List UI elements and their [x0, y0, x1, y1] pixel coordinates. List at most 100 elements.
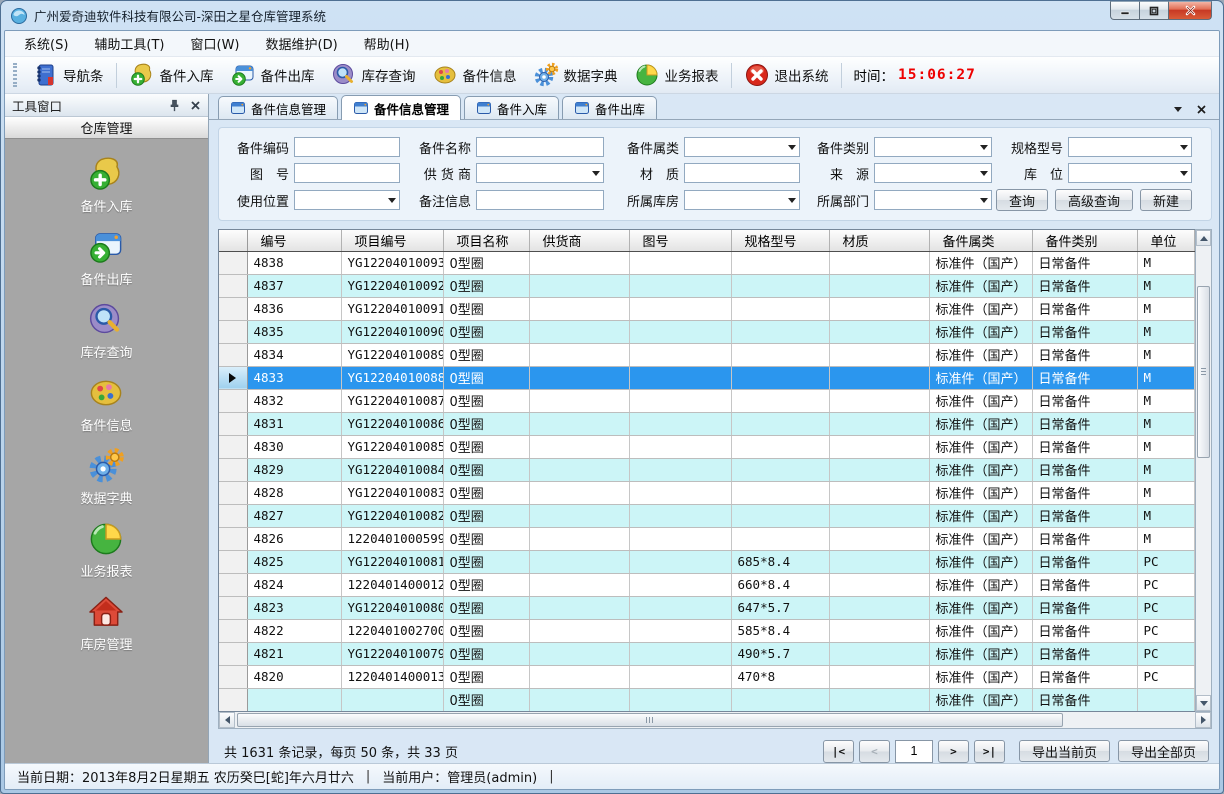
menu-item-system[interactable]: 系统(S) — [11, 30, 81, 57]
tab-parts-outbound[interactable]: 备件出库 — [562, 96, 657, 119]
next-page-button[interactable]: > — [938, 740, 969, 763]
table-row[interactable]: 4838YG122040100930型圈标准件（国产）日常备件M — [219, 251, 1195, 274]
page-number-input[interactable] — [895, 740, 933, 763]
sidebar-item-parts-info[interactable]: 备件信息 — [80, 374, 132, 434]
column-header-2[interactable]: 项目名称 — [443, 230, 529, 251]
query-button[interactable]: 查询 — [996, 189, 1048, 211]
row-selector-cell[interactable] — [219, 366, 247, 389]
table-row[interactable]: 4831YG122040100860型圈标准件（国产）日常备件M — [219, 412, 1195, 435]
remark-input[interactable] — [476, 190, 604, 210]
table-row[interactable]: 482012204014000130型圈470*8标准件（国产）日常备件PC — [219, 665, 1195, 688]
scroll-left-button[interactable] — [219, 712, 235, 728]
toolbar-grip-handle[interactable] — [13, 63, 17, 87]
toolbar-button-parts-info[interactable]: 备件信息 — [424, 59, 525, 91]
row-selector-cell[interactable] — [219, 389, 247, 412]
table-row[interactable]: 482612204010005990型圈标准件（国产）日常备件M — [219, 527, 1195, 550]
sidebar-item-parts-inbound[interactable]: 备件入库 — [80, 155, 132, 215]
department-select[interactable] — [874, 190, 992, 210]
last-page-button[interactable]: >| — [974, 740, 1005, 763]
horizontal-scroll-track[interactable] — [235, 712, 1195, 728]
row-selector-cell[interactable] — [219, 435, 247, 458]
menu-item-window[interactable]: 窗口(W) — [178, 30, 253, 57]
row-selector-cell[interactable] — [219, 642, 247, 665]
table-row[interactable]: 4833YG122040100880型圈标准件（国产）日常备件M — [219, 366, 1195, 389]
row-selector-cell[interactable] — [219, 688, 247, 711]
minimize-button[interactable] — [1110, 1, 1140, 20]
supplier-select[interactable] — [476, 163, 604, 183]
table-row[interactable]: 4835YG122040100900型圈标准件（国产）日常备件M — [219, 320, 1195, 343]
export-current-page-button[interactable]: 导出当前页 — [1019, 740, 1110, 762]
tab-parts-info-mgmt-1[interactable]: 备件信息管理 — [218, 96, 338, 119]
column-header-0[interactable]: 编号 — [247, 230, 341, 251]
table-row[interactable]: 4825YG122040100810型圈685*8.4标准件（国产）日常备件PC — [219, 550, 1195, 573]
row-selector-cell[interactable] — [219, 573, 247, 596]
row-selector-cell[interactable] — [219, 596, 247, 619]
use-position-select[interactable] — [294, 190, 400, 210]
row-selector-cell[interactable] — [219, 458, 247, 481]
row-selector-cell[interactable] — [219, 550, 247, 573]
table-row[interactable]: 4829YG122040100840型圈标准件（国产）日常备件M — [219, 458, 1195, 481]
row-selector-cell[interactable] — [219, 504, 247, 527]
tab-close-icon[interactable] — [1196, 100, 1207, 119]
row-selector-cell[interactable] — [219, 343, 247, 366]
spec-model-select[interactable] — [1068, 137, 1192, 157]
advanced-query-button[interactable]: 高级查询 — [1055, 189, 1133, 211]
prev-page-button[interactable]: < — [859, 740, 890, 763]
first-page-button[interactable]: |< — [823, 740, 854, 763]
sidebar-close-icon[interactable] — [190, 100, 201, 111]
row-selector-cell[interactable] — [219, 527, 247, 550]
table-row[interactable]: 4834YG122040100890型圈标准件（国产）日常备件M — [219, 343, 1195, 366]
table-row[interactable]: 4821YG122040100790型圈490*5.7标准件（国产）日常备件PC — [219, 642, 1195, 665]
toolbar-button-inventory-query[interactable]: 库存查询 — [323, 59, 424, 91]
column-header-5[interactable]: 规格型号 — [731, 230, 829, 251]
sidebar-item-inventory-query[interactable]: 库存查询 — [80, 301, 132, 361]
pin-icon[interactable] — [168, 99, 181, 112]
column-header-7[interactable]: 备件属类 — [929, 230, 1032, 251]
tab-parts-inbound[interactable]: 备件入库 — [464, 96, 559, 119]
column-header-1[interactable]: 项目编号 — [341, 230, 443, 251]
warehouse-select[interactable] — [684, 190, 800, 210]
toolbar-button-parts-outbound[interactable]: 备件出库 — [222, 59, 323, 91]
sidebar-item-data-dictionary[interactable]: 数据字典 — [80, 447, 132, 507]
menu-item-aux-tools[interactable]: 辅助工具(T) — [81, 30, 177, 57]
scroll-right-button[interactable] — [1195, 712, 1211, 728]
vertical-scroll-thumb[interactable] — [1197, 286, 1210, 458]
column-header-3[interactable]: 供货商 — [529, 230, 629, 251]
horizontal-scroll-thumb[interactable] — [237, 713, 1063, 727]
column-header-8[interactable]: 备件类别 — [1032, 230, 1137, 251]
column-header-4[interactable]: 图号 — [629, 230, 731, 251]
table-row[interactable]: 0型圈标准件（国产）日常备件 — [219, 688, 1195, 711]
row-selector-cell[interactable] — [219, 481, 247, 504]
export-all-pages-button[interactable]: 导出全部页 — [1118, 740, 1209, 762]
column-header-6[interactable]: 材质 — [829, 230, 929, 251]
maximize-button[interactable] — [1139, 1, 1169, 20]
table-row[interactable]: 4823YG122040100800型圈647*5.7标准件（国产）日常备件PC — [219, 596, 1195, 619]
tab-parts-info-mgmt-2[interactable]: 备件信息管理 — [341, 95, 461, 120]
table-row[interactable]: 4827YG122040100820型圈标准件（国产）日常备件M — [219, 504, 1195, 527]
toolbar-button-exit-system[interactable]: 退出系统 — [736, 59, 837, 91]
table-row[interactable]: 4836YG122040100910型圈标准件（国产）日常备件M — [219, 297, 1195, 320]
row-selector-cell[interactable] — [219, 320, 247, 343]
row-selector-cell[interactable] — [219, 297, 247, 320]
material-input[interactable] — [684, 163, 800, 183]
table-row[interactable]: 4837YG122040100920型圈标准件（国产）日常备件M — [219, 274, 1195, 297]
scroll-down-button[interactable] — [1196, 695, 1211, 711]
tab-list-dropdown-icon[interactable] — [1174, 107, 1182, 112]
part-category-select[interactable] — [684, 137, 800, 157]
table-row[interactable]: 482212204010027000型圈585*8.4标准件（国产）日常备件PC — [219, 619, 1195, 642]
sidebar-item-parts-outbound[interactable]: 备件出库 — [80, 228, 132, 288]
part-class-select[interactable] — [874, 137, 992, 157]
column-header-9[interactable]: 单位 — [1137, 230, 1195, 251]
sidebar-item-business-report[interactable]: 业务报表 — [80, 520, 132, 580]
drawing-no-input[interactable] — [294, 163, 400, 183]
row-selector-cell[interactable] — [219, 274, 247, 297]
close-button[interactable] — [1168, 1, 1212, 20]
toolbar-button-business-report[interactable]: 业务报表 — [626, 59, 727, 91]
vertical-scroll-track[interactable] — [1196, 246, 1211, 695]
row-selector-cell[interactable] — [219, 251, 247, 274]
toolbar-button-data-dictionary[interactable]: 数据字典 — [525, 59, 626, 91]
part-name-input[interactable] — [476, 137, 604, 157]
table-row[interactable]: 4828YG122040100830型圈标准件（国产）日常备件M — [219, 481, 1195, 504]
new-button[interactable]: 新建 — [1140, 189, 1192, 211]
toolbar-button-navigator[interactable]: 导航条 — [24, 59, 112, 91]
